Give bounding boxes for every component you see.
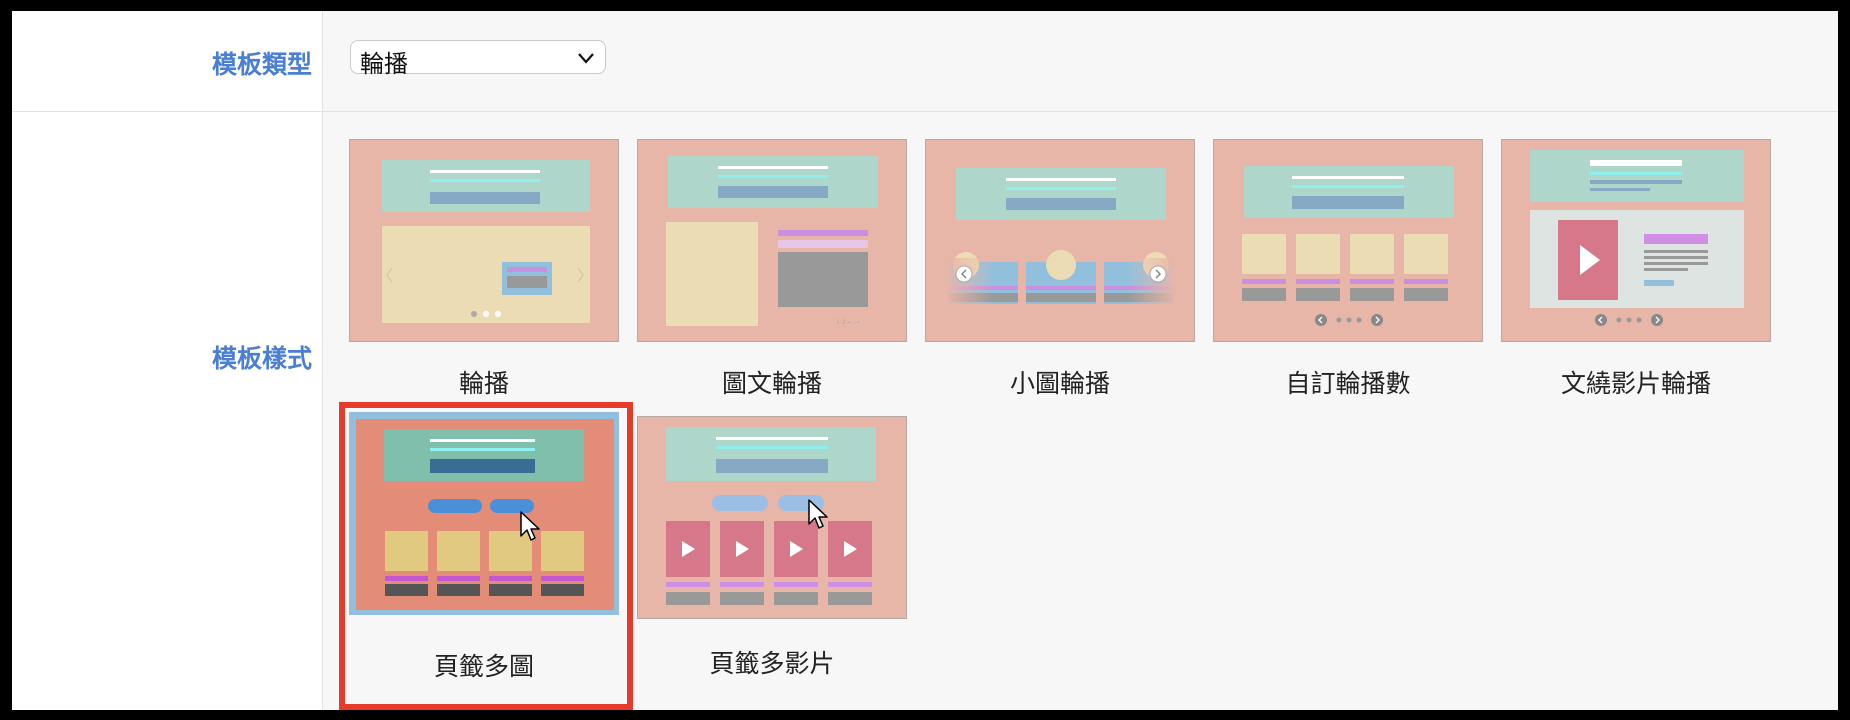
- small-image-carousel-preview-image: [925, 139, 1195, 342]
- template-option-label: 輪播: [458, 369, 509, 398]
- template-option-label: 自訂輪播數: [1285, 369, 1411, 398]
- cursor-icon: [808, 499, 828, 529]
- cursor-icon: [520, 511, 540, 541]
- template-type-select[interactable]: 輪播: [350, 40, 606, 78]
- template-option-label: 小圖輪播: [1009, 369, 1110, 398]
- tabbed-multi-video-preview-image: [637, 416, 907, 619]
- video-text-carousel-preview-image: [1501, 139, 1771, 342]
- row-divider: [12, 111, 1838, 112]
- template-option-label: 頁籤多圖: [433, 652, 534, 681]
- template-type-value: 輪播: [360, 50, 408, 78]
- tabbed-multi-image-preview-image: [349, 412, 619, 615]
- template-type-label: 模板類型: [211, 50, 312, 79]
- chevron-down-icon: [578, 53, 594, 64]
- template-option-label: 圖文輪播: [721, 369, 822, 398]
- carousel-preview-image: [349, 139, 619, 342]
- template-settings-panel: 模板類型 輪播 模板樣式 輪播 1 2 ← → 圖文輪播 小圖輪播 自訂輪播數 …: [12, 11, 1838, 710]
- svg-text:1 2 ← →: 1 2 ← →: [836, 319, 859, 326]
- template-option-label: 文繞影片輪播: [1560, 369, 1711, 398]
- image-text-carousel-preview-image: 1 2 ← →: [637, 139, 907, 342]
- template-style-label: 模板樣式: [211, 344, 312, 373]
- custom-carousel-count-preview-image: [1213, 139, 1483, 342]
- template-option-label: 頁籤多影片: [709, 649, 835, 678]
